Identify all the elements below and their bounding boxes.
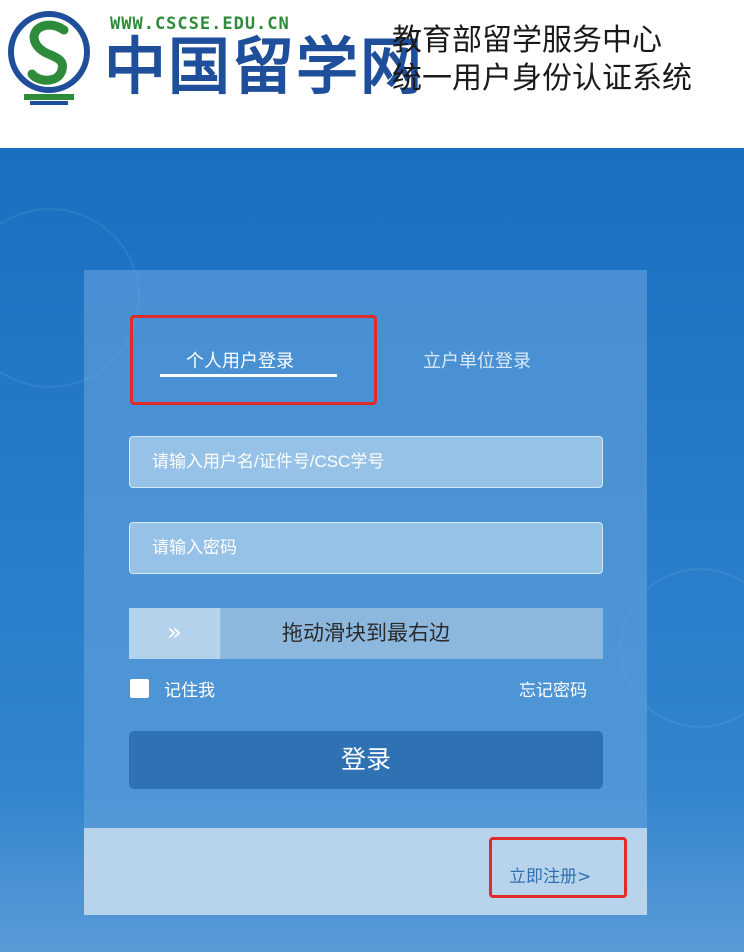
slider-captcha-handle[interactable]: » bbox=[129, 608, 221, 659]
username-input[interactable] bbox=[129, 436, 603, 488]
double-chevron-right-icon: » bbox=[167, 618, 182, 646]
cscse-s-emblem-icon bbox=[8, 11, 90, 105]
tab-organization-login[interactable]: 立户单位登录 bbox=[423, 347, 531, 373]
site-header: WWW.CSCSE.EDU.CN 中国留学网 教育部留学服务中心 统一用户身份认… bbox=[0, 0, 744, 148]
login-button[interactable]: 登录 bbox=[129, 731, 603, 789]
remember-me-label: 记住我 bbox=[164, 681, 215, 701]
forgot-password-link[interactable]: 忘记密码 bbox=[519, 676, 587, 701]
system-name: 统一用户身份认证系统 bbox=[392, 61, 692, 96]
password-input[interactable] bbox=[129, 522, 603, 574]
slider-captcha-text: 拖动滑块到最右边 bbox=[282, 621, 450, 645]
highlight-box-tab bbox=[130, 315, 377, 405]
remember-me-checkbox[interactable] bbox=[130, 679, 149, 698]
org-name: 教育部留学服务中心 bbox=[392, 23, 662, 58]
highlight-box-register bbox=[489, 837, 627, 898]
site-name-logo: 中国留学网 bbox=[104, 30, 425, 103]
